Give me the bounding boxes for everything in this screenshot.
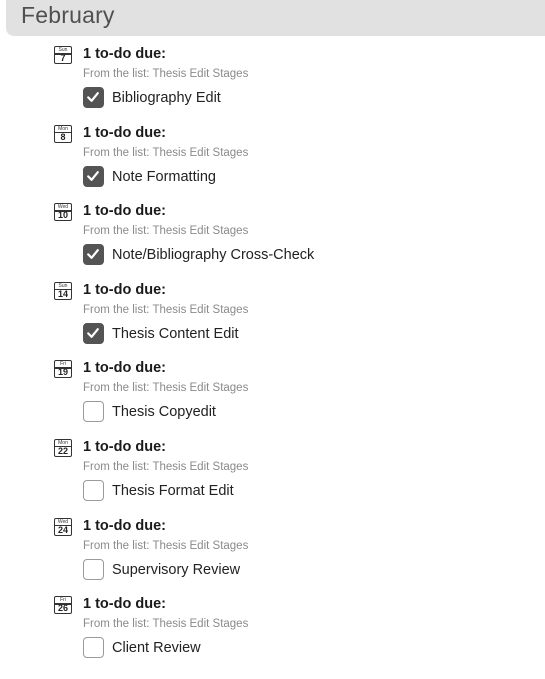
list-source-label[interactable]: From the list: Thesis Edit Stages <box>83 460 248 474</box>
calendar-icon: Sun 14 <box>54 281 72 300</box>
due-count-label: 1 to-do due: <box>83 438 166 455</box>
list-source-label[interactable]: From the list: Thesis Edit Stages <box>83 617 248 631</box>
todo-group: Fri 26 1 to-do due: From the list: Thesi… <box>0 593 545 672</box>
due-count-label: 1 to-do due: <box>83 124 166 141</box>
calendar-day: 24 <box>57 524 68 535</box>
calendar-icon: Sun 7 <box>54 46 72 64</box>
due-count-label: 1 to-do due: <box>83 360 166 377</box>
todo-title[interactable]: Note Formatting <box>112 168 216 186</box>
calendar-day: 22 <box>57 445 68 456</box>
list-source-label[interactable]: From the list: Thesis Edit Stages <box>83 146 248 160</box>
due-count-label: 1 to-do due: <box>83 281 166 298</box>
calendar-day: 8 <box>60 131 66 142</box>
due-count-label: 1 to-do due: <box>83 46 166 62</box>
list-source-label[interactable]: From the list: Thesis Edit Stages <box>83 381 248 395</box>
todo-checkbox[interactable] <box>83 165 104 187</box>
todo-checkbox[interactable] <box>83 558 104 580</box>
calendar-icon: Fri 26 <box>54 596 72 615</box>
todo-group: Sun 14 1 to-do due: From the list: Thesi… <box>0 279 545 358</box>
todo-group: Wed 24 1 to-do due: From the list: Thesi… <box>0 515 545 594</box>
todo-title[interactable]: Thesis Content Edit <box>112 325 239 343</box>
todo-checkbox[interactable] <box>83 637 104 659</box>
due-count-label: 1 to-do due: <box>83 517 166 534</box>
todo-title[interactable]: Supervisory Review <box>112 561 240 579</box>
todo-group: Sun 7 1 to-do due: From the list: Thesis… <box>0 43 545 122</box>
calendar-icon: Wed 10 <box>54 203 72 222</box>
calendar-day: 7 <box>60 53 66 63</box>
month-header: February <box>6 0 545 36</box>
todo-group: Mon 22 1 to-do due: From the list: Thesi… <box>0 436 545 515</box>
month-title: February <box>21 2 115 28</box>
todo-list: Sun 7 1 to-do due: From the list: Thesis… <box>0 43 545 672</box>
todo-checkbox[interactable] <box>83 322 104 344</box>
todo-title[interactable]: Client Review <box>112 639 201 657</box>
due-count-label: 1 to-do due: <box>83 203 166 220</box>
todo-checkbox[interactable] <box>83 401 104 423</box>
list-source-label[interactable]: From the list: Thesis Edit Stages <box>83 303 248 317</box>
check-icon <box>87 92 99 102</box>
todo-group: Mon 8 1 to-do due: From the list: Thesis… <box>0 122 545 201</box>
todo-title[interactable]: Thesis Copyedit <box>112 403 216 421</box>
todo-group: Fri 19 1 to-do due: From the list: Thesi… <box>0 357 545 436</box>
todo-checkbox[interactable] <box>83 479 104 501</box>
calendar-icon: Wed 24 <box>54 517 72 536</box>
todo-group: Wed 10 1 to-do due: From the list: Thesi… <box>0 200 545 279</box>
list-source-label[interactable]: From the list: Thesis Edit Stages <box>83 224 248 238</box>
due-count-label: 1 to-do due: <box>83 596 166 613</box>
calendar-day: 10 <box>57 210 68 221</box>
todo-title[interactable]: Bibliography Edit <box>112 89 221 107</box>
todo-title[interactable]: Thesis Format Edit <box>112 482 234 500</box>
list-source-label[interactable]: From the list: Thesis Edit Stages <box>83 539 248 553</box>
calendar-icon: Mon 8 <box>54 124 72 143</box>
todo-checkbox[interactable] <box>83 244 104 266</box>
todo-checkbox[interactable] <box>83 87 104 108</box>
calendar-day: 14 <box>57 288 68 299</box>
calendar-icon: Fri 19 <box>54 360 72 379</box>
list-source-label[interactable]: From the list: Thesis Edit Stages <box>83 67 248 81</box>
check-icon <box>87 170 99 181</box>
calendar-day: 26 <box>57 603 68 614</box>
check-icon <box>87 249 99 260</box>
calendar-icon: Mon 22 <box>54 438 72 457</box>
calendar-day: 19 <box>57 367 68 378</box>
todo-title[interactable]: Note/Bibliography Cross-Check <box>112 246 314 264</box>
check-icon <box>87 327 99 338</box>
